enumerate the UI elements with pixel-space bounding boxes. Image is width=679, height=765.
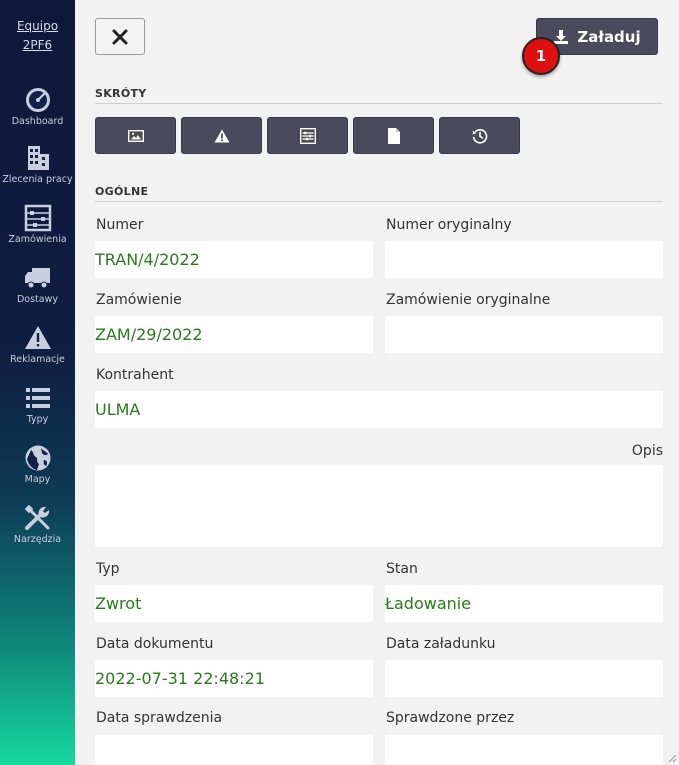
list-icon <box>25 388 50 408</box>
kontrahent-field[interactable]: ULMA <box>95 391 663 428</box>
sidebar-item-mapy[interactable]: Mapy <box>0 444 75 485</box>
stan-value: Ładowanie <box>385 594 472 613</box>
typ-label: Typ <box>96 561 120 577</box>
zamowienie-oryginalne-label: Zamówienie oryginalne <box>386 292 551 308</box>
sidebar-item-dashboard[interactable]: Dashboard <box>0 86 75 127</box>
numer-oryginalny-field[interactable] <box>385 241 663 278</box>
sidebar-item-dostawy[interactable]: Dostawy <box>0 264 75 305</box>
shortcut-checklist-button[interactable] <box>267 117 348 154</box>
data-dokumentu-field[interactable]: 2022-07-31 22:48:21 <box>95 660 373 697</box>
zamowienie-label: Zamówienie <box>96 292 182 308</box>
user-name[interactable]: Equipo <box>0 17 75 36</box>
sidebar-item-label: Narzędzia <box>13 534 62 545</box>
download-icon <box>554 29 569 44</box>
sidebar-item-label: Zamówienia <box>8 234 67 245</box>
data-dokumentu-label: Data dokumentu <box>96 636 214 652</box>
user-link[interactable]: Equipo 2PF6 <box>0 17 75 55</box>
globe-icon <box>25 445 50 471</box>
numer-value: TRAN/4/2022 <box>95 250 200 269</box>
zamowienie-field[interactable]: ZAM/29/2022 <box>95 316 373 353</box>
stan-field[interactable]: Ładowanie <box>385 585 663 622</box>
sidebar-item-label: Dashboard <box>11 116 64 127</box>
section-title-shortcuts: SKRÓTY <box>95 87 147 100</box>
checklist-icon <box>299 127 316 144</box>
opis-textarea[interactable] <box>95 465 663 547</box>
main-panel: Załaduj 1 SKRÓTY OGÓLNE Numer Numer oryg… <box>75 0 679 765</box>
shortcut-history-button[interactable] <box>439 117 520 154</box>
data-sprawdzenia-field[interactable] <box>95 735 373 765</box>
sidebar-item-typy[interactable]: Typy <box>0 384 75 425</box>
abacus-icon <box>24 204 51 232</box>
history-icon <box>472 128 487 144</box>
load-button-label: Załaduj <box>577 27 641 46</box>
sidebar-item-zlecenia[interactable]: Zlecenia pracy <box>0 144 75 185</box>
data-zaladunku-field[interactable] <box>385 660 663 697</box>
document-icon <box>387 127 400 144</box>
sidebar-item-label: Zlecenia pracy <box>2 174 73 185</box>
tools-icon <box>24 504 49 530</box>
numer-label: Numer <box>96 217 144 233</box>
truck-icon <box>24 268 50 289</box>
sidebar-item-label: Reklamacje <box>10 354 65 365</box>
divider <box>95 103 663 104</box>
close-icon <box>112 29 128 44</box>
step-badge: 1 <box>522 37 560 75</box>
sidebar-item-label: Typy <box>26 414 49 425</box>
typ-value: Zwrot <box>95 594 142 613</box>
typ-field[interactable]: Zwrot <box>95 585 373 622</box>
stan-label: Stan <box>386 561 418 577</box>
image-icon <box>127 129 144 142</box>
resize-handle-icon[interactable] <box>667 753 677 763</box>
sidebar: Equipo 2PF6 Dashboard Zlecenia pracy Zam… <box>0 0 75 765</box>
warning-icon <box>214 129 229 142</box>
close-button[interactable] <box>95 18 145 55</box>
shortcut-image-button[interactable] <box>95 117 176 154</box>
warning-icon <box>24 326 51 349</box>
zamowienie-value: ZAM/29/2022 <box>95 325 203 344</box>
sprawdzone-przez-label: Sprawdzone przez <box>386 710 515 726</box>
opis-label: Opis <box>631 443 663 459</box>
kontrahent-label: Kontrahent <box>96 367 174 383</box>
sidebar-item-label: Dostawy <box>16 294 58 305</box>
data-zaladunku-label: Data załadunku <box>386 636 496 652</box>
data-sprawdzenia-label: Data sprawdzenia <box>96 710 223 726</box>
shortcut-warning-button[interactable] <box>181 117 262 154</box>
sidebar-item-narzedzia[interactable]: Narzędzia <box>0 504 75 545</box>
kontrahent-value: ULMA <box>95 400 141 419</box>
section-title-general: OGÓLNE <box>95 185 149 198</box>
user-code[interactable]: 2PF6 <box>0 36 75 55</box>
sidebar-item-reklamacje[interactable]: Reklamacje <box>0 324 75 365</box>
data-dokumentu-value: 2022-07-31 22:48:21 <box>95 669 265 688</box>
gauge-icon <box>25 88 50 112</box>
building-icon <box>27 146 49 170</box>
zamowienie-oryginalne-field[interactable] <box>385 316 663 353</box>
sprawdzone-przez-field[interactable] <box>385 735 663 765</box>
numer-oryginalny-label: Numer oryginalny <box>386 217 512 233</box>
shortcut-document-button[interactable] <box>353 117 434 154</box>
sidebar-item-zamowienia[interactable]: Zamówienia <box>0 204 75 245</box>
numer-field[interactable]: TRAN/4/2022 <box>95 241 373 278</box>
divider <box>95 201 663 202</box>
sidebar-item-label: Mapy <box>24 474 51 485</box>
